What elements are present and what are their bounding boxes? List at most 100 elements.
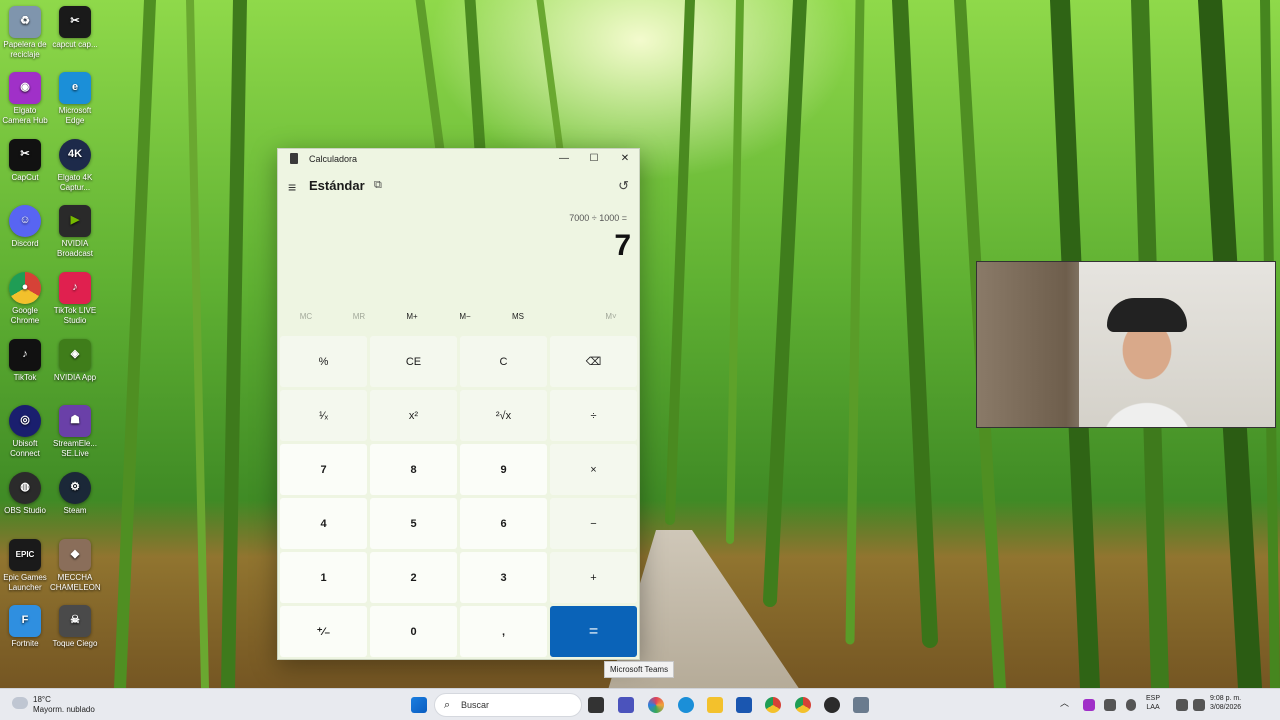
tray-app-icon[interactable]: [1104, 699, 1116, 711]
square-key[interactable]: x²: [370, 390, 457, 441]
digit-2-key[interactable]: 2: [370, 552, 457, 603]
weather-widget[interactable]: 18°C Mayorm. nublado: [12, 695, 95, 715]
calculator-window: Calculadora — ☐ ✕ ≡ Estándar ⧉ ↺ 7000 ÷ …: [277, 148, 640, 660]
desktop-icon-edge[interactable]: e Microsoft Edge: [50, 72, 100, 125]
window-title: Calculadora: [309, 154, 358, 164]
history-icon[interactable]: ↺: [618, 178, 629, 194]
obs-icon: ◍: [9, 472, 41, 504]
taskbar-search[interactable]: ⌕ Buscar: [434, 693, 582, 717]
search-placeholder: Buscar: [461, 700, 490, 710]
taskbar: 18°C Mayorm. nublado ⌕ Buscar ︿ ESP LAA 9:…: [0, 688, 1280, 720]
result-display: 7: [614, 229, 631, 262]
add-key[interactable]: +: [550, 552, 637, 603]
nvidia-icon: ◈: [59, 339, 91, 371]
desktop-icon-elgato-4k[interactable]: 4K Elgato 4K Captur...: [50, 139, 100, 192]
clear-entry-key[interactable]: CE: [370, 336, 457, 387]
teams-icon[interactable]: [618, 697, 634, 713]
memory-list-button[interactable]: M˅: [591, 312, 631, 321]
reciprocal-key[interactable]: ¹⁄ₓ: [280, 390, 367, 441]
elgato-tray-icon[interactable]: [1083, 699, 1095, 711]
calculator-taskbar-icon[interactable]: [853, 697, 869, 713]
chrome-profile-icon[interactable]: [765, 697, 781, 713]
desktop-icon-tiktok[interactable]: ♪ TikTok: [0, 339, 50, 383]
digit-8-key[interactable]: 8: [370, 444, 457, 495]
elgato-4k-icon: 4K: [59, 139, 91, 171]
ubisoft-icon: ◎: [9, 405, 41, 437]
percent-key[interactable]: %: [280, 336, 367, 387]
network-icon[interactable]: [1176, 699, 1188, 711]
maximize-button[interactable]: ☐: [579, 151, 609, 167]
desktop-icon-obs-studio[interactable]: ◍ OBS Studio: [0, 472, 50, 516]
digit-3-key[interactable]: 3: [460, 552, 547, 603]
file-explorer-icon[interactable]: [707, 697, 723, 713]
nvidia-broadcast-icon: ▶: [59, 205, 91, 237]
copilot-icon[interactable]: [648, 697, 664, 713]
weather-temp: 18°C: [33, 695, 51, 704]
chrome-taskbar-icon[interactable]: [795, 697, 811, 713]
close-button[interactable]: ✕: [610, 151, 640, 167]
decimal-key[interactable]: ,: [460, 606, 547, 657]
hamburger-menu-icon[interactable]: ≡: [288, 179, 296, 195]
desktop-icon-nvidia-broadcast[interactable]: ▶ NVIDIA Broadcast: [50, 205, 100, 258]
tiktok-live-icon: ♪: [59, 272, 91, 304]
elgato-camera-icon: ◉: [9, 72, 41, 104]
desktop-icon-fortnite[interactable]: F Fortnite: [0, 605, 50, 649]
desktop-icon-toque-ciego[interactable]: ☠ Toque Ciego: [50, 605, 100, 649]
webcam-overlay: [976, 261, 1276, 428]
obs-taskbar-icon[interactable]: [824, 697, 840, 713]
desktop-icon-streamelements[interactable]: ☗ StreamEle... SE.Live: [50, 405, 100, 458]
desktop-icon-capcut-shortcut[interactable]: ✂ capcut cap...: [50, 6, 100, 50]
streamelements-icon: ☗: [59, 405, 91, 437]
digit-0-key[interactable]: 0: [370, 606, 457, 657]
microsoft-store-icon[interactable]: [736, 697, 752, 713]
start-windows-icon[interactable]: [411, 697, 427, 713]
clock[interactable]: 9:08 p. m. 3/08/2026: [1210, 695, 1241, 713]
epic-games-icon: EPIC: [9, 539, 41, 571]
desktop-icon-tiktok-live-studio[interactable]: ♪ TikTok LIVE Studio: [50, 272, 100, 325]
desktop-icon-epic-games[interactable]: EPIC Epic Games Launcher: [0, 539, 50, 592]
weather-desc: Mayorm. nublado: [33, 705, 95, 714]
equals-key[interactable]: =: [550, 606, 637, 657]
chrome-icon: ●: [9, 272, 41, 304]
digit-7-key[interactable]: 7: [280, 444, 367, 495]
desktop-icon-chrome[interactable]: ● Google Chrome: [0, 272, 50, 325]
memory-store-button[interactable]: MS: [498, 312, 538, 321]
desktop-icon-recycle-bin[interactable]: ♻ Papelera de reciclaje: [0, 6, 50, 59]
clear-key[interactable]: C: [460, 336, 547, 387]
desktop-icon-discord[interactable]: ☺ Discord: [0, 205, 50, 249]
recycle-bin-icon: ♻: [9, 6, 41, 38]
desktop-icon-meccha-chameleon[interactable]: ◆ MECCHA CHAMELEON: [50, 539, 101, 592]
webcam-person-cap: [1107, 298, 1187, 332]
memory-recall-button[interactable]: MR: [339, 312, 379, 321]
negate-key[interactable]: ⁺⁄₋: [280, 606, 367, 657]
toque-ciego-icon: ☠: [59, 605, 91, 637]
microphone-icon[interactable]: [1126, 699, 1136, 711]
calculator-titlebar[interactable]: Calculadora — ☐ ✕: [278, 149, 639, 169]
keep-on-top-icon[interactable]: ⧉: [374, 179, 382, 192]
desktop-icon-elgato-camera-hub[interactable]: ◉ Elgato Camera Hub: [0, 72, 50, 125]
minimize-button[interactable]: —: [549, 151, 579, 167]
desktop-icon-nvidia-app[interactable]: ◈ NVIDIA App: [50, 339, 100, 383]
digit-4-key[interactable]: 4: [280, 498, 367, 549]
volume-icon[interactable]: [1193, 699, 1205, 711]
backspace-key[interactable]: ⌫: [550, 336, 637, 387]
digit-5-key[interactable]: 5: [370, 498, 457, 549]
memory-subtract-button[interactable]: M−: [445, 312, 485, 321]
memory-add-button[interactable]: M+: [392, 312, 432, 321]
digit-9-key[interactable]: 9: [460, 444, 547, 495]
desktop-icon-ubisoft-connect[interactable]: ◎ Ubisoft Connect: [0, 405, 50, 458]
show-hidden-icons-chevron[interactable]: ︿: [1060, 698, 1069, 709]
desktop-icon-steam[interactable]: ⚙ Steam: [50, 472, 100, 516]
divide-key[interactable]: ÷: [550, 390, 637, 441]
task-view-icon[interactable]: [588, 697, 604, 713]
language-indicator[interactable]: ESP LAA: [1146, 695, 1160, 713]
subtract-key[interactable]: −: [550, 498, 637, 549]
square-root-key[interactable]: ²√x: [460, 390, 547, 441]
digit-6-key[interactable]: 6: [460, 498, 547, 549]
multiply-key[interactable]: ×: [550, 444, 637, 495]
desktop-icon-capcut[interactable]: ✂ CapCut: [0, 139, 50, 183]
discord-icon: ☺: [9, 205, 41, 237]
edge-taskbar-icon[interactable]: [678, 697, 694, 713]
digit-1-key[interactable]: 1: [280, 552, 367, 603]
memory-clear-button[interactable]: MC: [286, 312, 326, 321]
